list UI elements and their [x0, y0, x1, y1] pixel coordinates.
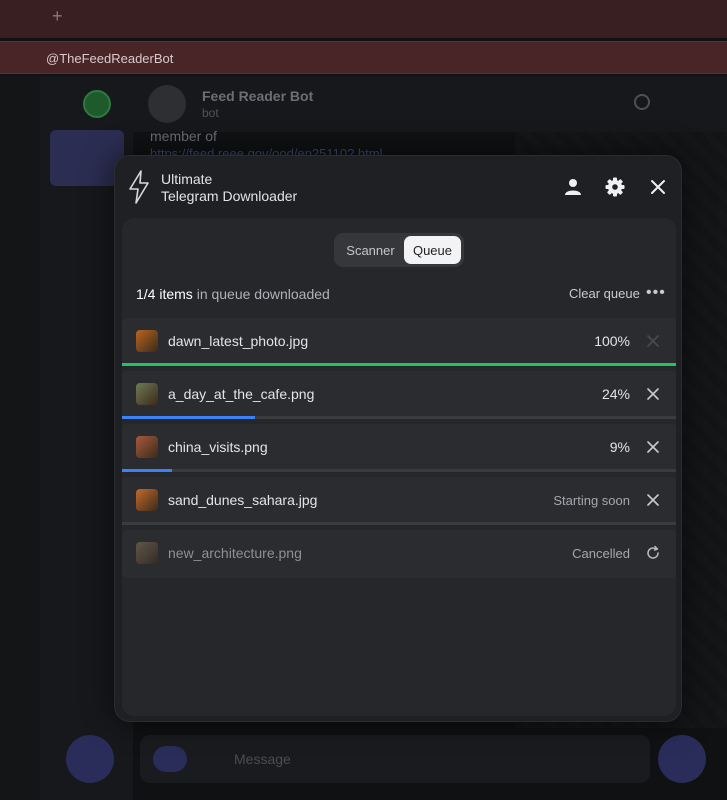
- close-icon: [647, 388, 659, 400]
- download-status: Starting soon: [553, 493, 630, 508]
- queue-item: new_architecture.png Cancelled: [122, 530, 676, 578]
- modal-title-line2: Telegram Downloader: [161, 188, 298, 204]
- progress-track: [122, 469, 676, 472]
- url-text: @TheFeedReaderBot: [46, 51, 174, 66]
- file-thumbnail: [136, 383, 158, 405]
- queue-item: a_day_at_the_cafe.png 24%: [122, 371, 676, 419]
- close-modal-button[interactable]: [647, 176, 669, 198]
- file-name: sand_dunes_sahara.jpg: [168, 492, 318, 508]
- view-switch: Scanner Queue: [334, 233, 464, 267]
- modal-title: Ultimate Telegram Downloader: [161, 171, 297, 205]
- close-icon: [647, 441, 659, 453]
- close-icon: [647, 335, 659, 347]
- remove-item-button[interactable]: [644, 491, 662, 509]
- close-icon: [651, 180, 665, 194]
- download-status: 24%: [601, 386, 630, 402]
- close-icon: [647, 494, 659, 506]
- file-name: a_day_at_the_cafe.png: [168, 386, 315, 402]
- settings-button[interactable]: [604, 176, 626, 198]
- progress-track: [122, 416, 676, 419]
- file-name: dawn_latest_photo.jpg: [168, 333, 309, 349]
- retry-icon: [647, 545, 659, 559]
- message-input[interactable]: Message: [234, 751, 291, 767]
- chat-avatar[interactable]: [148, 85, 186, 123]
- clear-queue-button[interactable]: Clear queue: [569, 286, 640, 301]
- message-composer[interactable]: [140, 735, 650, 783]
- progress-track: [122, 363, 676, 366]
- file-name: new_architecture.png: [168, 545, 302, 561]
- tab-scanner[interactable]: Scanner: [337, 236, 404, 264]
- file-thumbnail: [136, 542, 158, 564]
- file-name: china_visits.png: [168, 439, 268, 455]
- progress-fill: [122, 363, 676, 366]
- progress-fill: [122, 469, 172, 472]
- queue-item: dawn_latest_photo.jpg 100%: [122, 318, 676, 366]
- browser-url-bar[interactable]: @TheFeedReaderBot: [0, 41, 727, 74]
- queue-summary: 1/4 items in queue downloaded: [136, 286, 330, 302]
- chat-title: Feed Reader Bot: [202, 88, 314, 104]
- lightning-logo-icon: [129, 170, 149, 204]
- retry-button[interactable]: [644, 544, 662, 562]
- message-text: member of: [150, 128, 217, 144]
- account-button[interactable]: [562, 176, 584, 198]
- file-thumbnail: [136, 436, 158, 458]
- chat-subtitle: bot: [202, 106, 219, 120]
- voice-record-button[interactable]: [658, 735, 706, 783]
- tab-queue[interactable]: Queue: [404, 236, 461, 264]
- remove-item-button[interactable]: [644, 438, 662, 456]
- folder-rail: [0, 76, 40, 800]
- file-thumbnail: [136, 489, 158, 511]
- queue-item: sand_dunes_sahara.jpg Starting soon: [122, 477, 676, 525]
- progress-fill: [122, 416, 255, 419]
- search-icon[interactable]: [634, 94, 650, 110]
- downloader-modal: Ultimate Telegram Downloader Scanner Que…: [114, 155, 682, 722]
- download-status: 100%: [594, 333, 630, 349]
- queue-item: china_visits.png 9%: [122, 424, 676, 472]
- download-status: Cancelled: [572, 546, 630, 561]
- more-options-icon[interactable]: •••: [646, 284, 666, 302]
- queue-panel: Scanner Queue 1/4 items in queue downloa…: [122, 218, 676, 716]
- remove-item-button[interactable]: [644, 332, 662, 350]
- modal-title-line1: Ultimate: [161, 171, 213, 187]
- browser-tab-strip: +: [0, 0, 727, 38]
- file-thumbnail: [136, 330, 158, 352]
- user-icon: [565, 179, 581, 195]
- gear-icon: [605, 177, 625, 197]
- new-tab-button[interactable]: +: [52, 6, 63, 27]
- progress-track: [122, 522, 676, 525]
- queue-summary-text: in queue downloaded: [192, 286, 330, 302]
- selected-chat-item[interactable]: [50, 130, 124, 186]
- remove-item-button[interactable]: [644, 385, 662, 403]
- status-indicator: [83, 90, 111, 118]
- bot-menu-button[interactable]: [153, 746, 187, 772]
- compose-new-button[interactable]: [66, 735, 114, 783]
- download-status: 9%: [609, 439, 630, 455]
- queue-count: 1/4 items: [136, 286, 193, 302]
